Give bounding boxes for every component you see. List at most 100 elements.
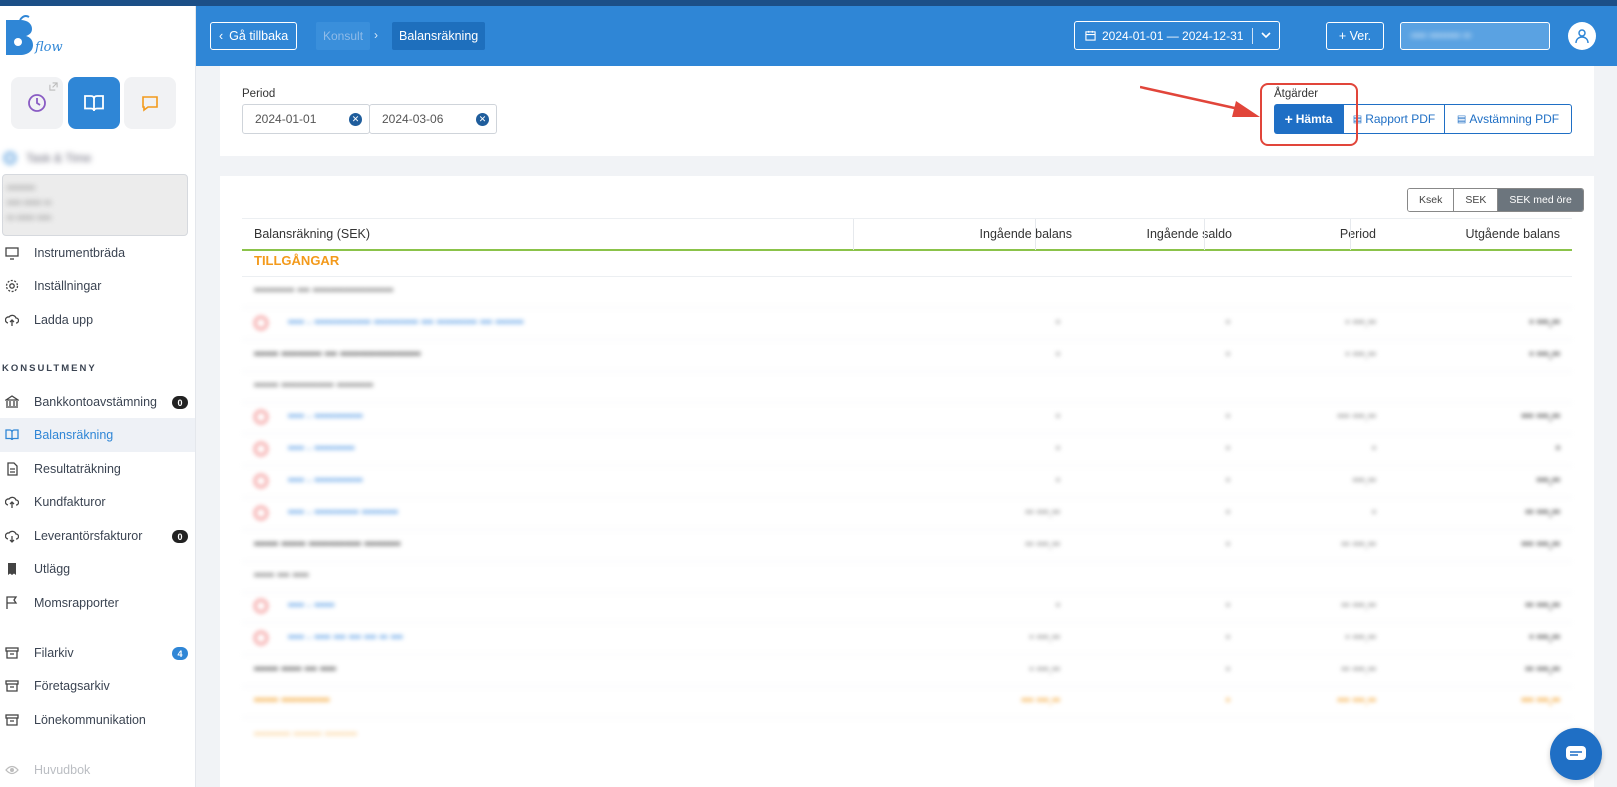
cell-value: •• •••,•• [1525,664,1560,676]
cell-value: • [1555,443,1560,455]
task-time-header[interactable]: Task & Time [4,148,190,168]
cell-value: •• •••,•• [1025,539,1060,551]
row-label[interactable]: •••• - •••••••••••• [288,411,363,423]
date-from-input[interactable]: 2024-01-01 ✕ [242,104,370,134]
table-row[interactable]: •••• - •••• ••• ••• ••• •• ••• • •••,•• … [242,623,1572,655]
expand-icon[interactable] [254,506,268,520]
table-row-total: •••••• •••••••••••• ••• •••,•• • ••• •••… [242,686,1572,718]
unit-option-sek[interactable]: SEK [1453,189,1498,211]
ledger-quick-button[interactable] [68,77,120,129]
sidebar-item-resultatrakning[interactable]: Resultaträkning [0,452,195,486]
sidebar-item-label: Huvudbok [34,763,91,777]
filter-panel: Period 2024-01-01 ✕ 2024-03-06 ✕ Åtgärde… [220,66,1594,156]
row-label[interactable]: •••• - •••••••••• [288,443,355,455]
sidebar-item-label: Utlägg [34,562,71,576]
sidebar-item-foretagsarkiv[interactable]: Företagsarkiv [0,669,195,703]
sidebar-item-kundfakturor[interactable]: Kundfakturor [0,485,195,519]
message-icon [142,96,158,112]
sidebar-item-huvudbok[interactable]: Huvudbok [0,753,195,787]
gear-icon [4,278,20,294]
cell-value: • [1225,443,1230,455]
row-label[interactable]: •••• - •••••••••••••• ••••••••••• ••• ••… [288,317,524,329]
document-icon [4,461,20,477]
sidebar-item-momsrapporter[interactable]: Momsrapporter [0,586,195,620]
expand-icon[interactable] [254,410,268,424]
sidebar-item-utlagg[interactable]: Utlägg [0,552,195,586]
unit-option-sek-ore[interactable]: SEK med öre [1497,189,1583,211]
section-title-assets: TILLGÅNGAR [254,253,340,268]
cell-value: •• •••,•• [1525,507,1560,519]
annotation-arrow [1140,85,1260,117]
expand-icon[interactable] [254,474,268,488]
row-label: •••••• •••••••••••• [254,695,330,707]
expand-icon[interactable] [254,316,268,330]
sidebar-item-leverantorsfakturor[interactable]: Leverantörsfakturor 0 [0,519,195,553]
sidebar-item-label: Resultaträkning [34,462,121,476]
chevron-down-icon[interactable] [1259,28,1273,42]
cell-value: • •••,•• [1529,632,1560,644]
expand-icon[interactable] [254,631,268,645]
user-avatar[interactable] [1568,22,1596,50]
sidebar-item-balansrakning[interactable]: Balansräkning [0,418,195,452]
cell-value: • [1225,664,1230,676]
table-row[interactable]: •••• - •••••••••••• • • ••• •••,•• ••• •… [242,402,1572,434]
clear-date-to-icon[interactable]: ✕ [476,113,489,126]
date-to-input[interactable]: 2024-03-06 ✕ [369,104,497,134]
sidebar-item-label: Företagsarkiv [34,679,110,693]
cell-value: • [1225,600,1230,612]
sidebar-item-filarkiv[interactable]: Filarkiv 4 [0,636,195,670]
sidebar-item-installningar[interactable]: Inställningar [0,269,195,303]
chat-widget-button[interactable] [1550,728,1602,780]
unit-option-ksek[interactable]: Ksek [1408,189,1454,211]
table-row: •••••• ••••• ••• •••• • •••,•• • •• •••,… [242,655,1572,687]
chat-quick-button[interactable] [124,77,176,129]
table-row[interactable]: •••• - ••••• • • •• •••,•• •• •••,•• [242,591,1572,623]
sidebar-item-ladda-upp[interactable]: Ladda upp [0,303,195,337]
column-header-period: Period [1339,227,1376,241]
row-label[interactable]: •••• - ••••••••••• ••••••••• [288,507,398,519]
cell-value: • [1225,317,1230,329]
date-to-value: 2024-03-06 [382,112,444,126]
expand-icon[interactable] [254,442,268,456]
date-range-picker[interactable]: 2024-01-01 — 2024-12-31 [1074,21,1280,50]
row-label[interactable]: •••• - ••••• [288,600,334,612]
cell-value: • [1055,600,1060,612]
time-quick-button[interactable] [11,77,63,129]
row-label[interactable]: •••• - •••• ••• ••• ••• •• ••• [288,632,403,644]
table-row[interactable]: •••• - •••••••••• • • • • [242,434,1572,466]
sidebar-item-lonekommunikation[interactable]: Lönekommunikation [0,703,195,737]
row-label[interactable]: •••• - •••••••••••• [288,475,363,487]
blurred-button-label: •••• •••••••• •• [1411,30,1472,42]
task-time-line: •••• ••••• •• [7,198,52,209]
column-header-opening-saldo: Ingående saldo [1146,227,1233,241]
date-from-value: 2024-01-01 [255,112,317,126]
sidebar-item-label: Instrumentbräda [34,246,126,260]
task-time-box[interactable]: •••••••• •••• ••••• •• •• ••••• •••• [2,174,188,236]
report-pdf-label: Rapport PDF [1365,112,1436,126]
new-voucher-button[interactable]: + Ver. [1326,22,1384,50]
calendar-icon [1085,30,1096,41]
breadcrumb-current: Balansräkning [392,22,486,50]
cell-value: • [1225,475,1230,487]
blurred-header-button[interactable]: •••• •••••••• •• [1400,22,1550,50]
expand-icon[interactable] [254,599,268,613]
cell-value: ••• •••,•• [1521,695,1560,707]
cell-value: •• •••,•• [1341,539,1376,551]
sidebar-item-label: Momsrapporter [34,596,119,610]
clear-date-from-icon[interactable]: ✕ [349,113,362,126]
logo-text: flow [35,40,63,55]
logo[interactable]: flow [4,14,64,60]
cell-value: • [1055,349,1060,361]
breadcrumb-parent[interactable]: Konsult [316,22,371,50]
back-button[interactable]: ‹ Gå tillbaka [210,22,298,50]
sidebar-item-bankkontoavstamning[interactable]: Bankkontoavstämning 0 [0,385,195,419]
table-row[interactable]: •••• - •••••••••••• • • •••,•• •••,•• [242,466,1572,498]
report-pdf-button[interactable]: ▤ Rapport PDF [1343,104,1445,134]
task-time-line: •• ••••• •••• [7,213,52,224]
reconcile-pdf-button[interactable]: ▤ Avstämning PDF [1444,104,1572,134]
table-row[interactable]: •••• - •••••••••••••• ••••••••••• ••• ••… [242,308,1572,340]
cell-value: • •••,•• [1029,664,1060,676]
table-row[interactable]: •••• - ••••••••••• ••••••••• •• •••,•• •… [242,498,1572,530]
sidebar-item-instrumentbrada[interactable]: Instrumentbräda [0,236,195,270]
cell-value: ••• •••,•• [1521,411,1560,423]
